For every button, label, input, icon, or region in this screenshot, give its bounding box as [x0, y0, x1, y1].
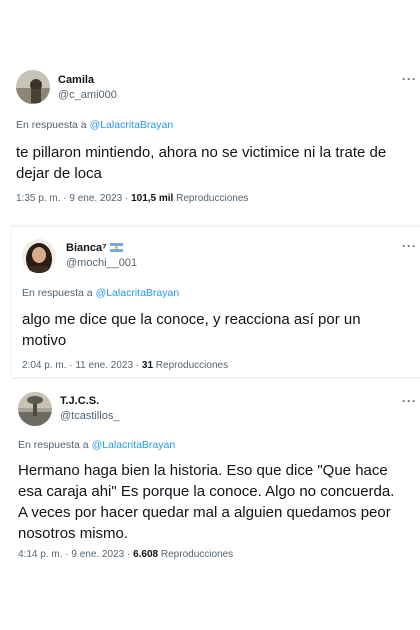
timestamp[interactable]: 4:14 p. m. · 9 ene. 2023 ·	[18, 549, 130, 560]
reply-prefix: En respuesta a	[22, 287, 93, 299]
avatar[interactable]	[16, 70, 50, 104]
display-name-text: Bianca⁷	[66, 242, 107, 254]
more-options-icon[interactable]: ···	[402, 72, 417, 86]
avatar[interactable]	[18, 392, 52, 426]
tweet-card[interactable]: Bianca⁷ @mochi__001 ··· En respuesta a @…	[12, 226, 420, 378]
user-handle[interactable]: @mochi__001	[66, 257, 137, 269]
reply-context: En respuesta a @LalacritaBrayan	[18, 439, 175, 451]
user-handle[interactable]: @tcastillos_	[60, 410, 119, 422]
reply-mention-link[interactable]: @LalacritaBrayan	[96, 287, 180, 299]
tweet-text: Hermano haga bien la historia. Eso que d…	[18, 462, 395, 542]
avatar[interactable]	[22, 239, 56, 273]
reply-context: En respuesta a @LalacritaBrayan	[16, 119, 173, 131]
views-label: Reproducciones	[176, 193, 249, 204]
reply-mention-link[interactable]: @LalacritaBrayan	[92, 439, 176, 451]
user-handle[interactable]: @c_ami000	[58, 89, 117, 101]
reply-prefix: En respuesta a	[18, 439, 89, 451]
views-count[interactable]: 31	[142, 360, 153, 371]
argentina-flag-icon	[109, 243, 123, 252]
tweet-text: te pillaron mintiendo, ahora no se victi…	[16, 144, 387, 182]
tweet-text: algo me dice que la conoce, y reacciona …	[22, 311, 361, 349]
tweet-card[interactable]: T.J.C.S. @tcastillos_ ··· En respuesta a…	[6, 380, 420, 576]
reply-prefix: En respuesta a	[16, 119, 87, 131]
timestamp[interactable]: 2:04 p. m. · 11 ene. 2023 ·	[22, 360, 139, 371]
more-options-icon[interactable]: ···	[402, 239, 417, 253]
display-name[interactable]: T.J.C.S.	[60, 395, 99, 407]
reply-mention-link[interactable]: @LalacritaBrayan	[90, 119, 174, 131]
display-name[interactable]: Camila	[58, 74, 94, 86]
tweet-meta: 2:04 p. m. · 11 ene. 2023 · 31 Reproducc…	[22, 360, 228, 371]
views-label: Reproducciones	[160, 549, 234, 560]
tweet-card[interactable]: Camila @c_ami000 ··· En respuesta a @Lal…	[6, 58, 420, 216]
tweet-meta: 4:14 p. m. · 9 ene. 2023 · 6.608 Reprodu…	[18, 549, 233, 560]
display-name[interactable]: Bianca⁷	[66, 242, 123, 254]
views-label: Reproducciones	[155, 360, 229, 371]
views-count[interactable]: 101,5 mil	[131, 193, 173, 204]
tweet-meta: 1:35 p. m. · 9 ene. 2023 · 101,5 mil Rep…	[16, 193, 248, 204]
more-options-icon[interactable]: ···	[402, 394, 417, 408]
timestamp[interactable]: 1:35 p. m. · 9 ene. 2023 ·	[16, 193, 128, 204]
reply-context: En respuesta a @LalacritaBrayan	[22, 287, 179, 299]
views-count[interactable]: 6.608	[133, 549, 158, 560]
